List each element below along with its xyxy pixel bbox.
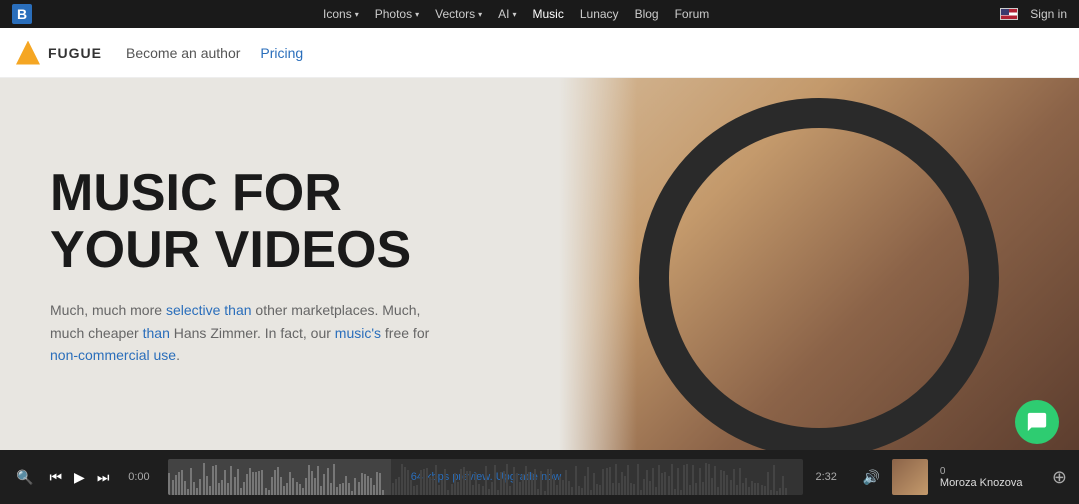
- chevron-down-icon: ▾: [513, 10, 517, 19]
- play-button[interactable]: ▶: [74, 469, 85, 486]
- chevron-down-icon: ▾: [355, 10, 359, 19]
- track-info: 0 Moroza Knozova: [940, 466, 1040, 489]
- top-nav-right: Sign in: [1000, 7, 1067, 21]
- fugue-icon: [16, 41, 40, 65]
- nav-vectors[interactable]: Vectors ▾: [435, 7, 482, 21]
- top-nav-links: Icons ▾ Photos ▾ Vectors ▾ AI ▾ Music Lu…: [323, 7, 709, 21]
- fugue-logo-text: FUGUE: [48, 45, 102, 61]
- chat-icon: [1026, 411, 1048, 433]
- hero-headline: MUSIC FOR YOUR VIDEOS: [50, 165, 430, 279]
- nav-music[interactable]: Music: [533, 7, 564, 21]
- download-icon[interactable]: ⊕: [1052, 467, 1067, 488]
- second-nav-links: Become an author Pricing: [126, 45, 303, 61]
- nav-icons[interactable]: Icons ▾: [323, 7, 359, 21]
- skip-forward-button[interactable]: ⏭: [97, 469, 110, 486]
- volume-icon[interactable]: 🔊: [862, 469, 879, 486]
- become-author-link[interactable]: Become an author: [126, 45, 240, 61]
- secondary-navigation: FUGUE Become an author Pricing: [0, 28, 1079, 78]
- pricing-link[interactable]: Pricing: [260, 45, 303, 61]
- player-controls: ⏮ ▶ ⏭: [49, 469, 109, 486]
- nav-ai[interactable]: AI ▾: [498, 7, 516, 21]
- fugue-logo-link[interactable]: FUGUE: [16, 41, 102, 65]
- chat-bubble-button[interactable]: [1015, 400, 1059, 444]
- track-count: 0: [940, 466, 1040, 477]
- player-bar: 🔍 ⏮ ▶ ⏭ 0:00 64 kbps preview. Upgrade no…: [0, 450, 1079, 504]
- hero-section: MUSIC FOR YOUR VIDEOS Much, much more se…: [0, 78, 1079, 454]
- nav-lunacy[interactable]: Lunacy: [580, 7, 619, 21]
- language-flag[interactable]: [1000, 8, 1018, 20]
- nav-forum[interactable]: Forum: [675, 7, 710, 21]
- track-thumbnail: [892, 459, 928, 495]
- top-navigation: B Icons ▾ Photos ▾ Vectors ▾ AI ▾ Music …: [0, 0, 1079, 28]
- end-time: 2:32: [815, 471, 850, 483]
- waveform[interactable]: 64 kbps preview. Upgrade now // Generate…: [168, 459, 803, 495]
- hero-image: [559, 78, 1079, 454]
- hero-content: MUSIC FOR YOUR VIDEOS Much, much more se…: [50, 165, 430, 367]
- chevron-down-icon: ▾: [415, 10, 419, 19]
- track-name: Moroza Knozova: [940, 477, 1040, 489]
- brand-logo[interactable]: B: [12, 4, 32, 24]
- nav-photos[interactable]: Photos ▾: [375, 7, 419, 21]
- search-area: 🔍: [12, 469, 37, 486]
- nav-blog[interactable]: Blog: [635, 7, 659, 21]
- chevron-down-icon: ▾: [478, 10, 482, 19]
- sign-in-link[interactable]: Sign in: [1030, 7, 1067, 21]
- skip-back-button[interactable]: ⏮: [49, 469, 62, 486]
- search-icon: 🔍: [16, 469, 33, 486]
- current-time: 0:00: [121, 471, 156, 483]
- hero-description: Much, much more selective than other mar…: [50, 300, 430, 367]
